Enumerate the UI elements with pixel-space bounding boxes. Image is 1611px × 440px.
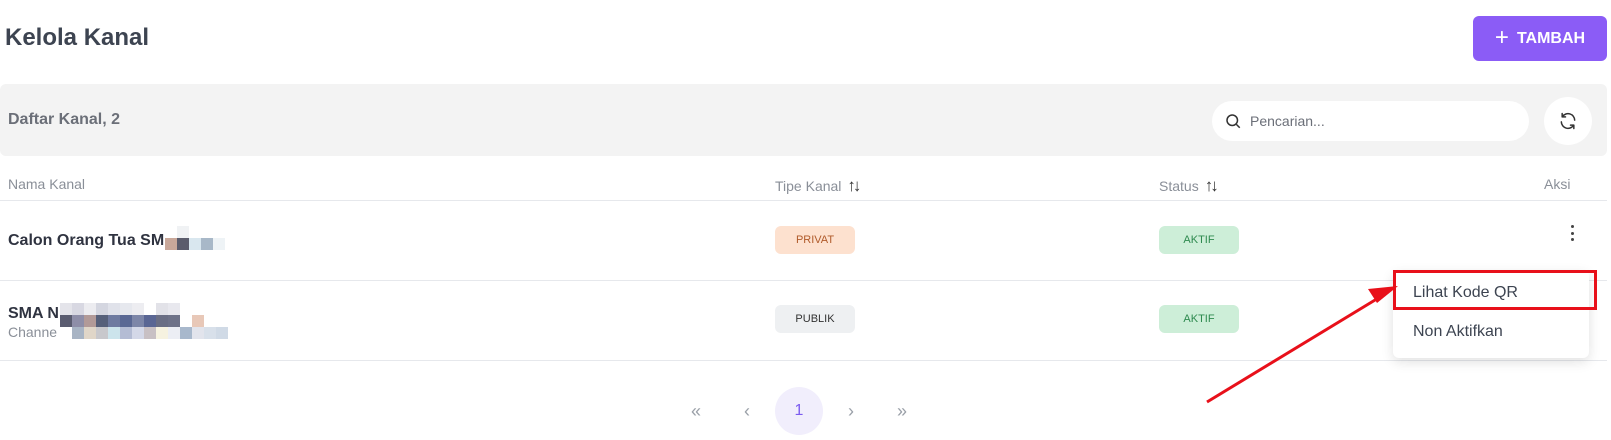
annotation-highlight-box [1393,270,1597,310]
redacted-text [60,303,228,339]
channel-name: SMA N [8,305,59,322]
last-page-button[interactable]: » [878,387,926,435]
channel-subtitle: Channe [8,324,58,340]
type-badge: PRIVAT [775,226,855,254]
next-page-button[interactable]: › [827,387,875,435]
kebab-icon[interactable] [1566,221,1578,245]
deactivate-menu-item[interactable]: Non Aktifkan [1413,323,1503,341]
status-badge: AKTIF [1159,305,1239,333]
column-header-name: Nama Kanal [8,176,86,192]
plus-icon: + [1494,23,1509,51]
search-icon [1226,114,1241,129]
channel-list-title: Daftar Kanal, 2 [8,111,121,128]
refresh-icon [1560,112,1576,130]
column-header-action: Aksi [1544,176,1571,192]
search-input[interactable] [1250,113,1510,129]
sort-icon[interactable]: ↑↓ [1205,176,1219,196]
add-channel-button[interactable]: + TAMBAH [1473,16,1607,61]
page-title: Kelola Kanal [5,24,150,51]
redacted-text [165,226,237,250]
channel-name: Calon Orang Tua SM [8,232,165,249]
refresh-button[interactable] [1544,97,1592,145]
pagination: « ‹ 1 › » [0,387,1611,437]
first-page-button[interactable]: « [672,387,720,435]
previous-page-button[interactable]: ‹ [723,387,771,435]
column-header-status[interactable]: Status ↑↓ [1159,176,1219,196]
status-badge: AKTIF [1159,226,1239,254]
table-header: Nama Kanal Tipe Kanal ↑↓ Status ↑↓ Aksi [0,168,1607,201]
search-box[interactable] [1212,101,1529,141]
page-1-button[interactable]: 1 [775,387,823,435]
column-header-type[interactable]: Tipe Kanal ↑↓ [775,176,861,196]
table-row: SMA N Channe PUBLIK AKTIF [0,281,1607,361]
add-channel-label: TAMBAH [1516,29,1586,47]
channel-list-toolbar: Daftar Kanal, 2 [0,84,1607,156]
type-badge: PUBLIK [775,305,855,333]
sort-icon[interactable]: ↑↓ [847,176,861,196]
table-row: Calon Orang Tua SM PRIVAT AKTIF [0,201,1607,281]
